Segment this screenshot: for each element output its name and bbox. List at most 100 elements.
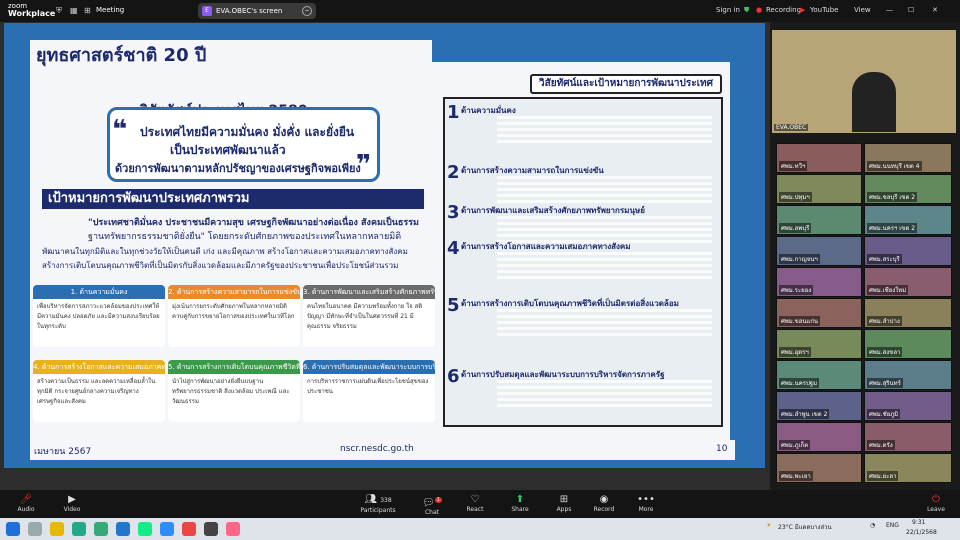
search-icon[interactable]	[28, 522, 42, 536]
item-number: 2	[447, 162, 460, 183]
clock-date[interactable]: 22/1/2568	[906, 529, 937, 536]
leave-button[interactable]: ⏻ Leave	[914, 494, 958, 513]
participant-tile[interactable]: ศพม.ลำปาง	[864, 298, 952, 328]
participant-tile[interactable]: ศพม.พะเยา	[776, 453, 862, 483]
app-icon[interactable]	[182, 522, 196, 536]
clock-time[interactable]: 9:31	[912, 519, 925, 526]
participant-tile[interactable]: ศพม.สระบุรี	[864, 236, 952, 266]
windows-start-icon[interactable]	[6, 522, 20, 536]
participants-button[interactable]: 👥︎ 338 Participants	[356, 494, 400, 514]
participant-tile[interactable]: ศพม.ปทุมฯ	[776, 174, 862, 204]
participant-tile[interactable]: ศพม.ชัยภูมิ	[864, 391, 952, 421]
apps-button[interactable]: ⊞ Apps	[542, 494, 586, 513]
sign-in-link[interactable]: Sign in	[716, 6, 740, 14]
participant-tile[interactable]: ศพม.ระยอง	[776, 267, 862, 297]
youtube-label[interactable]: YouTube	[810, 6, 838, 14]
participant-name: ศพม.ชลบุรี เขต 2	[867, 192, 918, 202]
participant-tile[interactable]: ศพม.ยะลา	[864, 453, 952, 483]
close-icon[interactable]: ✕	[932, 6, 938, 14]
react-button[interactable]: ♡ React	[453, 494, 497, 513]
participant-tile[interactable]: ศพม.นครฯ เขต 2	[864, 205, 952, 235]
video-button[interactable]: ▶ Video	[50, 494, 94, 513]
slide-title: ยุทธศาสตร์ชาติ 20 ปี	[30, 40, 432, 72]
app-icon[interactable]	[226, 522, 240, 536]
live-icon: ▶	[800, 6, 806, 14]
meeting-controls: 🎤︎ Audio ▶ Video 👥︎ 338 Participants 💬︎ 1 Cha…	[0, 490, 960, 518]
card-text: มุ่งเน้นการยกระดับศักยภาพในหลากหลายมิติ …	[172, 303, 295, 320]
goal-line: "ประเทศชาติมั่นคง ประชาชนมีความสุข เศรษฐ…	[88, 218, 419, 228]
item-number: 4	[447, 238, 460, 259]
audio-button[interactable]: 🎤︎ Audio	[4, 494, 48, 513]
strategy-card: 3. ด้านการพัฒนาและเสริมสร้างศักยภาพทรัพย…	[303, 285, 435, 347]
slide-footer: เมษายน 2567 nscr.nesdc.go.th 10	[30, 440, 735, 460]
minus-icon[interactable]: −	[302, 6, 312, 16]
page-number: 10	[716, 444, 728, 454]
participant-tile[interactable]: ศพม.อุดรฯ	[776, 329, 862, 359]
language-indicator[interactable]: ENG	[886, 522, 899, 529]
participant-tile[interactable]: ศพม.ตรัง	[864, 422, 952, 452]
photos-icon[interactable]	[116, 522, 130, 536]
participant-name: ศพม.พะเยา	[779, 471, 813, 481]
participant-tile[interactable]: ศพม.ลำพูน เขต 2	[776, 391, 862, 421]
chat-button[interactable]: 💬︎ 1 Chat	[410, 494, 454, 516]
participant-name: ศพม.ขอนแก่น	[779, 316, 821, 326]
participant-tile[interactable]: ศพม.ลพบุรี	[776, 205, 862, 235]
excel-icon[interactable]	[138, 522, 152, 536]
zoom-app-icon[interactable]	[160, 522, 174, 536]
minimize-icon[interactable]: —	[886, 6, 893, 14]
strategy-card: 1. ด้านความมั่นคง เพื่อบริหารจัดการสภาวะ…	[33, 285, 165, 347]
weather-label[interactable]: 23°C มีแดดบางส่วน	[778, 522, 832, 532]
card-text: การบริหารราชการแผ่นดินเพื่อประโยชน์สุขขอ…	[307, 378, 429, 395]
view-button[interactable]: View	[854, 6, 871, 14]
camera-icon: ▶	[68, 494, 76, 505]
participant-name: ศพม.ทวีฯ	[779, 161, 808, 171]
item-text-lines	[497, 380, 712, 410]
grid-icon[interactable]: ▦	[70, 6, 78, 15]
vision-line: ประเทศไทยมีความมั่นคง มั่งคั่ง และยั่งยื…	[140, 125, 355, 139]
meeting-label[interactable]: Meeting	[96, 6, 124, 14]
chrome-icon[interactable]	[94, 522, 108, 536]
participant-tile[interactable]: ศพม.ภูเก็ต	[776, 422, 862, 452]
participant-tile[interactable]: ศพม.นครปฐม	[776, 360, 862, 390]
card-heading: 2. ด้านการสร้างความสามารถในการแข่งขัน	[168, 285, 300, 299]
chat-icon: 💬︎ 1	[422, 497, 442, 509]
speaker-figure	[852, 72, 896, 132]
participant-tile[interactable]: ศพม.เชียงใหม่	[864, 267, 952, 297]
participant-tile[interactable]: ศพม.สงขลา	[864, 329, 952, 359]
share-button[interactable]: ⬆ Share	[498, 494, 542, 513]
app-icon[interactable]	[204, 522, 218, 536]
participant-tile[interactable]: ศพม.สุรินทร์	[864, 360, 952, 390]
security-icon[interactable]: ⛨	[56, 6, 62, 16]
share-title: EVA.OBEC's screen	[216, 7, 283, 15]
participant-tile[interactable]: ศพม.ทวีฯ	[776, 143, 862, 173]
recording-label[interactable]: Recording	[766, 6, 801, 14]
participant-tile[interactable]: ศพม.ชลบุรี เขต 2	[864, 174, 952, 204]
participant-name: ศพม.ลำพูน เขต 2	[779, 409, 830, 419]
participant-name: ศพม.ระยอง	[779, 285, 814, 295]
speaker-tile[interactable]: EVA.OBEC	[772, 30, 956, 133]
heart-icon: ♡	[470, 494, 480, 505]
sharer-avatar: E	[202, 6, 212, 16]
strategy-item: 6 ด้านการปรับสมดุลและพัฒนาระบบการบริหารจ…	[447, 366, 719, 416]
participant-tile[interactable]: ศพม.ขอนแก่น	[776, 298, 862, 328]
maximize-icon[interactable]: ☐	[908, 6, 914, 14]
card-heading: 3. ด้านการพัฒนาและเสริมสร้างศักยภาพทรัพย…	[303, 285, 435, 299]
edge-icon[interactable]	[72, 522, 86, 536]
vision-line: ด้วยการพัฒนาตามหลักปรัชญาของเศรษฐกิจพอเพ…	[115, 162, 361, 175]
strategy-card: 2. ด้านการสร้างความสามารถในการแข่งขัน มุ…	[168, 285, 300, 347]
participant-name: ศพม.ลพบุรี	[779, 223, 812, 233]
participant-name: ศพม.สงขลา	[867, 347, 903, 357]
participant-name: ศพม.ชัยภูมิ	[867, 409, 901, 419]
more-button[interactable]: ••• More	[624, 494, 668, 513]
record-button[interactable]: ◉ Record	[582, 494, 626, 513]
participants-icon: 👥︎ 338	[364, 494, 392, 505]
item-text-lines	[497, 252, 712, 282]
participant-tile[interactable]: ศพม.นนทบุรี เขต 4	[864, 143, 952, 173]
file-explorer-icon[interactable]	[50, 522, 64, 536]
participant-tile[interactable]: ศพม.กาญจนฯ	[776, 236, 862, 266]
participant-name: ศพม.ภูเก็ต	[779, 440, 811, 450]
participant-name: ศพม.เชียงใหม่	[867, 285, 909, 295]
share-indicator[interactable]: E EVA.OBEC's screen −	[198, 3, 316, 19]
wifi-icon[interactable]: ◔	[870, 522, 875, 529]
participant-name: ศพม.ปทุมฯ	[779, 192, 812, 202]
